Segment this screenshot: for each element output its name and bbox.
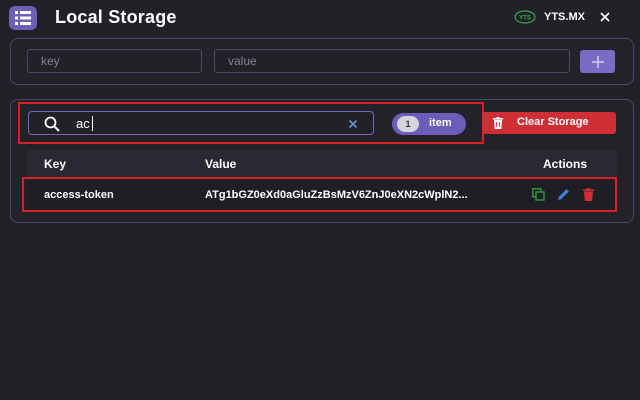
row-highlight-box bbox=[22, 177, 617, 212]
value-input[interactable] bbox=[214, 49, 570, 73]
storage-list-icon bbox=[9, 6, 37, 30]
site-logo-text: YTS bbox=[519, 16, 531, 22]
close-icon[interactable] bbox=[348, 119, 358, 129]
item-count-number: 1 bbox=[397, 116, 419, 132]
item-count-badge: 1 item bbox=[392, 113, 466, 135]
search-input[interactable]: ac bbox=[28, 111, 374, 135]
column-header-key: Key bbox=[44, 157, 67, 171]
text-caret bbox=[92, 116, 93, 131]
storage-panel: ac 1 item Clear Storage Key Value Action… bbox=[10, 99, 634, 223]
add-item-panel bbox=[10, 38, 634, 85]
column-header-value: Value bbox=[205, 157, 237, 171]
app-header: Local Storage YTS YTS.MX bbox=[0, 0, 640, 36]
trash-icon bbox=[493, 117, 503, 129]
app-title: Local Storage bbox=[55, 7, 177, 27]
clear-storage-label: Clear Storage bbox=[517, 116, 589, 128]
close-icon[interactable] bbox=[597, 9, 613, 25]
key-input[interactable] bbox=[27, 49, 202, 73]
search-icon bbox=[44, 116, 60, 132]
add-button[interactable] bbox=[580, 50, 615, 73]
item-count-label: item bbox=[429, 117, 452, 129]
search-query[interactable]: ac bbox=[76, 116, 90, 131]
table-header: Key Value Actions bbox=[27, 150, 617, 178]
site-name: YTS.MX bbox=[544, 11, 585, 23]
column-header-actions: Actions bbox=[543, 157, 588, 171]
clear-storage-button[interactable]: Clear Storage bbox=[482, 112, 616, 134]
plus-icon bbox=[591, 55, 604, 68]
site-logo: YTS bbox=[514, 10, 536, 24]
